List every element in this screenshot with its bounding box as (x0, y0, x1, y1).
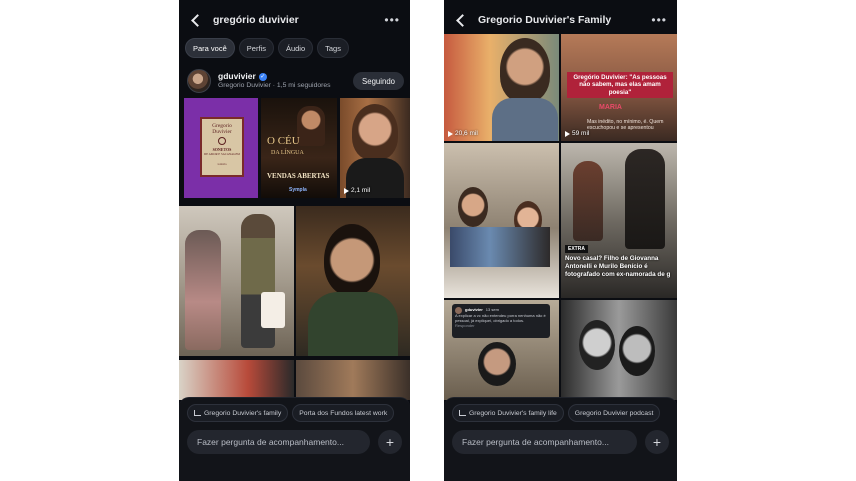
suggestion-chips: Gregorio Duvivier's family life Gregorio… (452, 404, 661, 422)
show-poster-thumbnail[interactable]: O CÉU DA LÍNGUA VENDAS ABERTAS Sympla (261, 98, 337, 198)
reply-arrow-icon (194, 410, 201, 416)
video-thumbnail[interactable]: 2,1 mil (340, 98, 410, 198)
clothing-shape (450, 227, 550, 267)
reply-arrow-icon (459, 410, 466, 416)
back-arrow-icon[interactable] (189, 13, 203, 27)
view-count-badge: 20,6 mil (448, 130, 478, 137)
sweater-shape (308, 292, 398, 356)
tab-audio[interactable]: Áudio (277, 38, 314, 58)
book-cover: Gregorio Duvivier SONETOS DE AMOR E SACA… (200, 117, 244, 177)
book-subtitle: DE AMOR E SACANAGEM (204, 152, 240, 156)
profile-subtitle: Gregorio Duvivier · 1,5 mi seguidores (218, 81, 331, 89)
verified-badge-icon: ✓ (258, 73, 267, 82)
news-photo-thumbnail[interactable]: EXTRA Novo casal? Filho de Giovanna Anto… (561, 143, 677, 298)
face-shape (579, 320, 615, 370)
poster-sale-text: VENDAS ABERTAS (267, 172, 330, 180)
play-icon (448, 130, 453, 137)
subtitle-caption: Mas inédito, no mínimo, é. Quem escuchop… (587, 119, 664, 131)
family-photo-thumbnail[interactable] (444, 143, 559, 298)
poster-title-1: O CÉU (267, 135, 300, 147)
followup-panel: Gregorio Duvivier's family life Gregorio… (444, 397, 677, 481)
shirt-shape (492, 98, 558, 141)
view-count-badge: 59 mil (565, 130, 589, 137)
news-headline: Novo casal? Filho de Giovanna Antonelli … (565, 255, 671, 278)
poster-portrait (297, 106, 325, 146)
person-silhouette (185, 230, 221, 350)
top-bar: gregório duvivier ••• (179, 6, 410, 34)
family-results-screen: Gregorio Duvivier's Family ••• 20,6 mil … (444, 0, 677, 481)
quote-caption: Gregório Duvivier: "As pessoas não sabem… (567, 72, 673, 99)
face-shape (619, 326, 655, 376)
add-button-plus-icon[interactable]: + (645, 430, 669, 454)
face-shape (324, 224, 380, 296)
photo-thumbnail[interactable] (296, 360, 410, 400)
play-icon (344, 187, 349, 194)
chip-label: Porta dos Fundos latest work (299, 409, 388, 417)
face-shape (500, 38, 550, 102)
person-silhouette (625, 149, 665, 249)
book-cover-thumbnail[interactable]: Gregorio Duvivier SONETOS DE AMOR E SACA… (184, 98, 258, 198)
following-button[interactable]: Seguindo (353, 72, 404, 90)
book-emblem-icon (218, 137, 226, 145)
back-arrow-icon[interactable] (454, 13, 468, 27)
more-options-icon[interactable]: ••• (651, 13, 667, 27)
play-icon (565, 130, 570, 137)
followup-panel: Gregorio Duvivier's family Porta dos Fun… (179, 397, 410, 481)
tab-perfis[interactable]: Perfis (238, 38, 274, 58)
suggestion-chip[interactable]: Gregorio Duvivier's family (187, 404, 289, 422)
book-publisher: todavia (217, 162, 227, 166)
chip-label: Gregorio Duvivier podcast (574, 409, 654, 417)
followup-question-input[interactable]: Fazer pergunta de acompanhamento... (452, 430, 637, 454)
suggestion-chip[interactable]: Gregorio Duvivier podcast (567, 404, 661, 422)
comment-card: gduvivier 13 sem A explicar a vc não ent… (452, 304, 550, 338)
suggestion-chip[interactable]: Gregorio Duvivier's family life (452, 404, 564, 422)
view-count: 59 mil (572, 130, 590, 137)
results-title: Gregorio Duvivier's Family (478, 14, 612, 26)
top-bar: Gregorio Duvivier's Family ••• (444, 6, 677, 34)
face-shape (458, 187, 488, 227)
news-brand-label: EXTRA (565, 245, 588, 253)
bw-photo-thumbnail[interactable] (561, 300, 677, 400)
poster-brand: Sympla (289, 187, 307, 193)
photo-thumbnail[interactable] (179, 360, 294, 400)
more-options-icon[interactable]: ••• (384, 13, 400, 27)
mall-photo-thumbnail[interactable] (179, 206, 294, 356)
person-silhouette (573, 161, 603, 241)
interview-thumbnail[interactable]: Gregório Duvivier: "As pessoas não sabem… (561, 34, 677, 141)
avatar[interactable] (187, 69, 211, 93)
chip-label: Gregorio Duvivier's family (204, 409, 282, 417)
face-shape (478, 342, 516, 386)
view-count: 20,6 mil (455, 130, 478, 137)
suggestion-chips: Gregorio Duvivier's family Porta dos Fun… (187, 404, 395, 422)
profile-username: gduvivier (218, 71, 256, 82)
portrait-photo-thumbnail[interactable] (296, 206, 410, 356)
tab-para-voce[interactable]: Para você (185, 38, 235, 58)
search-results-screen: gregório duvivier ••• Para você Perfis Á… (179, 0, 410, 481)
poster-title-2: DA LÍNGUA (271, 150, 304, 156)
tab-tags[interactable]: Tags (317, 38, 349, 58)
face-shape (352, 104, 398, 160)
profile-row[interactable]: gduvivier ✓ Gregorio Duvivier · 1,5 mi se… (187, 66, 404, 96)
suggestion-chip[interactable]: Porta dos Fundos latest work (292, 404, 395, 422)
photo-thumbnail[interactable]: 20,6 mil (444, 34, 559, 141)
search-query-title: gregório duvivier (213, 14, 299, 26)
comment-screenshot-thumbnail[interactable]: gduvivier 13 sem A explicar a vc não ent… (444, 300, 559, 400)
shopping-bag (261, 292, 285, 328)
add-button-plus-icon[interactable]: + (378, 430, 402, 454)
filter-tabs: Para você Perfis Áudio Tags (185, 38, 349, 58)
followup-question-input[interactable]: Fazer pergunta de acompanhamento... (187, 430, 370, 454)
book-author-last: Duvivier (212, 129, 232, 135)
name-caption: MARIA (599, 104, 622, 111)
chip-label: Gregorio Duvivier's family life (469, 409, 557, 417)
view-count: 2,1 mil (351, 187, 371, 194)
view-count-badge: 2,1 mil (344, 187, 370, 194)
comment-reply-label: Responder (455, 322, 475, 328)
